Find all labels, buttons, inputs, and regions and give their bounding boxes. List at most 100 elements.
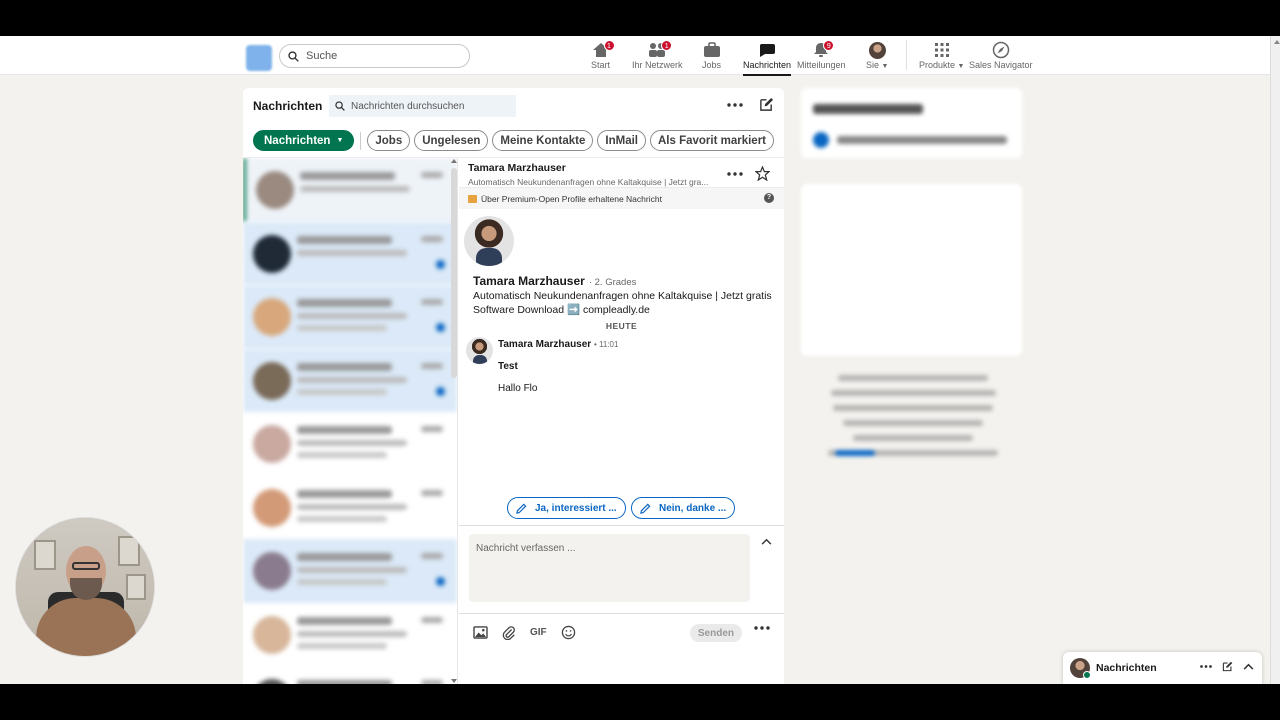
conversation-item[interactable]: [243, 666, 457, 684]
filter-divider: [360, 131, 362, 150]
conversation-line: [297, 489, 392, 498]
conversation-item[interactable]: [243, 158, 457, 222]
more-icon[interactable]: [727, 102, 743, 107]
conversation-item[interactable]: [243, 221, 457, 285]
compose-icon[interactable]: [1222, 661, 1233, 672]
message-time: • 11:01: [593, 340, 619, 349]
caret-down-icon: ▼: [336, 137, 344, 144]
contact-profile-name[interactable]: Tamara Marzhauser · 2. Grades: [473, 274, 636, 288]
nav-messaging[interactable]: Nachrichten: [743, 40, 792, 76]
nav-me-label: Sie ▼: [866, 60, 889, 70]
wall-frame: [118, 536, 140, 566]
filter-starred[interactable]: Als Favorit markiert: [649, 130, 774, 151]
conversation-line: [297, 616, 392, 625]
nav-network[interactable]: 1 Ihr Netzwerk: [632, 40, 683, 70]
premium-notice: Über Premium-Open Profile erhaltene Nach…: [459, 188, 784, 209]
filter-inmail[interactable]: InMail: [597, 130, 646, 151]
nav-notifications[interactable]: 9 Mitteilungen: [797, 40, 846, 70]
thread-contact-headline: Automatisch Neukundenanfragen ohne Kalta…: [468, 177, 709, 187]
conversation-line: [297, 299, 392, 307]
messaging-header: Nachrichten Nachrichten durchsuchen: [243, 88, 784, 124]
right-rail-card: [801, 88, 1022, 158]
rail-icon: [813, 132, 829, 148]
chat-icon: [759, 44, 776, 57]
more-icon[interactable]: [1200, 665, 1212, 668]
filter-jobs[interactable]: Jobs: [367, 130, 411, 151]
pencil-icon: [516, 503, 527, 514]
messaging-search-input[interactable]: Nachrichten durchsuchen: [329, 95, 516, 117]
linkedin-logo-icon[interactable]: [246, 45, 272, 71]
message-sender-avatar[interactable]: [466, 337, 493, 364]
conversation-date: [421, 553, 443, 559]
messaging-search-placeholder: Nachrichten durchsuchen: [351, 100, 465, 112]
conversation-line: [300, 172, 395, 180]
message-thread: Tamara Marzhauser Automatisch Neukundena…: [459, 158, 784, 684]
messaging-overlay-label: Nachrichten: [1096, 662, 1157, 674]
contact-profile-headline: Automatisch Neukundenanfragen ohne Kalta…: [473, 290, 772, 316]
nav-products[interactable]: Produkte ▼: [919, 40, 964, 70]
nav-sales-navigator[interactable]: Sales Navigator: [969, 40, 1033, 70]
wall-frame: [126, 574, 146, 600]
webcam-overlay: [15, 517, 155, 657]
conversation-item[interactable]: [243, 285, 457, 349]
nav-messaging-label: Nachrichten: [743, 60, 792, 70]
conversation-line: [297, 362, 392, 371]
smart-reply-no[interactable]: Nein, danke ...: [631, 497, 736, 519]
more-icon[interactable]: [727, 171, 743, 176]
scrollbar-thumb[interactable]: [451, 168, 457, 378]
nav-me[interactable]: Sie ▼: [866, 40, 888, 70]
conversation-list: [243, 158, 458, 684]
global-search-input[interactable]: Suche: [279, 44, 470, 68]
nav-jobs[interactable]: Jobs: [702, 40, 721, 70]
send-button[interactable]: Senden: [689, 624, 742, 642]
chevron-down-icon: ▼: [957, 63, 965, 70]
nav-divider: [906, 40, 907, 70]
avatar: [1070, 658, 1091, 679]
emoji-icon[interactable]: [561, 625, 576, 640]
conversation-line: [297, 440, 407, 446]
star-icon[interactable]: [755, 166, 770, 181]
conversation-list-scrollbar[interactable]: [450, 158, 458, 684]
page-scrollbar[interactable]: [1270, 36, 1280, 684]
conversation-item[interactable]: [243, 348, 457, 412]
conversation-line: [297, 452, 387, 458]
contact-profile-avatar[interactable]: [464, 216, 514, 266]
conversation-item[interactable]: [243, 476, 457, 540]
briefcase-icon: [703, 42, 720, 57]
avatar: [253, 679, 291, 684]
image-icon[interactable]: [473, 626, 488, 639]
more-icon[interactable]: [754, 626, 770, 630]
chevron-up-icon[interactable]: [1243, 663, 1254, 670]
composer-divider: [459, 525, 784, 526]
compass-icon: [992, 41, 1010, 59]
conversation-line: [297, 388, 387, 395]
gif-button[interactable]: GIF: [530, 627, 547, 638]
unread-dot-icon: [436, 323, 445, 332]
help-icon[interactable]: ?: [764, 193, 774, 203]
search-icon: [288, 50, 299, 62]
scroll-up-icon[interactable]: [450, 158, 458, 164]
message-composer[interactable]: Nachricht verfassen ...: [469, 534, 750, 602]
nav-start[interactable]: 1 Start: [591, 40, 615, 70]
paperclip-icon[interactable]: [502, 625, 516, 640]
avatar: [253, 425, 291, 463]
compose-icon[interactable]: [759, 97, 774, 112]
conversation-line: [297, 515, 387, 522]
avatar: [253, 298, 291, 336]
scroll-down-icon[interactable]: [450, 678, 458, 684]
messaging-overlay[interactable]: Nachrichten: [1063, 652, 1262, 684]
filter-nachrichten[interactable]: Nachrichten ▼: [253, 130, 355, 151]
conversation-item[interactable]: [243, 603, 457, 667]
glasses: [72, 562, 100, 570]
conversation-item[interactable]: [243, 412, 457, 476]
filter-my-connections[interactable]: Meine Kontakte: [492, 130, 594, 151]
pencil-icon: [640, 503, 651, 514]
filter-unread[interactable]: Ungelesen: [414, 130, 489, 151]
chevron-down-icon: ▼: [881, 63, 889, 70]
chevron-up-icon[interactable]: [761, 538, 772, 545]
conversation-line: [297, 553, 392, 561]
conversation-item[interactable]: [243, 539, 457, 603]
messaging-card: Nachrichten Nachrichten durchsuchen Nach…: [243, 88, 784, 684]
nav-notifications-badge: 9: [823, 40, 835, 51]
smart-reply-yes[interactable]: Ja, interessiert ...: [507, 497, 626, 519]
